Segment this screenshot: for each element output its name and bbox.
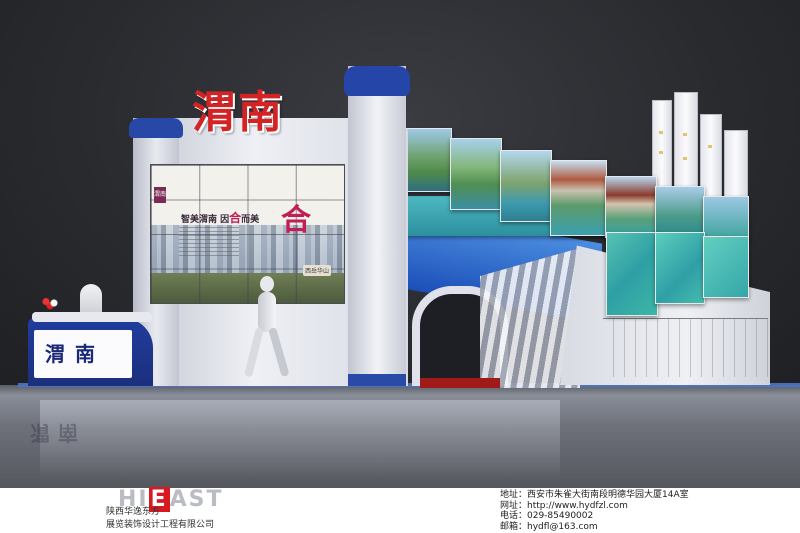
phone-text: 电话：029-85490002 bbox=[500, 511, 594, 521]
scenery-panel bbox=[402, 128, 452, 192]
desk-text: 渭南 bbox=[45, 342, 105, 366]
right-pillar bbox=[344, 66, 410, 386]
pillar-band bbox=[348, 374, 406, 386]
scenery-panel bbox=[703, 196, 749, 240]
email-text: 邮箱：hydfl@163.com bbox=[500, 521, 598, 532]
reflected-desk-text: 渭南 bbox=[30, 421, 86, 445]
pillar-cap bbox=[129, 118, 183, 138]
screen-slogan: 智美渭南 因合而美 bbox=[181, 211, 260, 225]
skyline-outline bbox=[603, 318, 768, 377]
screen-logo: 渭南 bbox=[154, 187, 166, 203]
walking-figure bbox=[244, 276, 290, 381]
tower bbox=[724, 130, 748, 202]
address-text: 地址：西安市朱雀大街南段明德华园大厦14A室 bbox=[500, 490, 689, 500]
scenery-panel bbox=[450, 138, 502, 210]
pavilion-panel bbox=[605, 176, 657, 238]
flower-arrangement bbox=[40, 296, 60, 310]
desk-top bbox=[32, 312, 152, 322]
contact-info: 地址：西安市朱雀大街南段明德华园大厦14A室 网址：http://www.hyd… bbox=[500, 490, 689, 532]
company-name: 陕西华逸东方 展览装饰设计工程有限公司 bbox=[106, 507, 215, 530]
screen-text-block bbox=[179, 227, 239, 257]
red-carpet bbox=[420, 378, 500, 388]
pillar-cap bbox=[344, 66, 410, 96]
scenery-panel bbox=[500, 150, 552, 222]
water-panel bbox=[606, 232, 658, 316]
screen-tag: 西岳华山 bbox=[303, 265, 332, 276]
booth-render: 渭南 渭南 渭南 智美渭南 因合而美 合 西岳华山 渭南 HIEAST 陕西华逸… bbox=[0, 0, 800, 533]
booth-logo-text: 渭南 bbox=[192, 87, 284, 138]
screen-big-character: 合 bbox=[281, 203, 311, 238]
water-panel bbox=[655, 232, 705, 304]
pavilion-panel bbox=[550, 160, 607, 236]
floor-reflection bbox=[40, 400, 560, 480]
water-panel bbox=[703, 236, 749, 298]
scenery-panel bbox=[655, 186, 705, 236]
website-text: 网址：http://www.hydfzl.com bbox=[500, 500, 628, 511]
